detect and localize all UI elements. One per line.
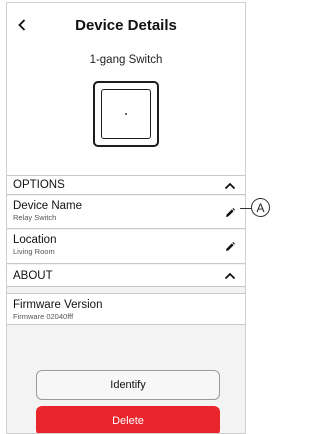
callout-marker: A: [251, 198, 270, 217]
device-type-label: 1-gang Switch: [89, 54, 163, 66]
page-title: Device Details: [75, 17, 177, 34]
options-section-label: OPTIONS: [13, 179, 65, 191]
device-name-title: Device Name: [13, 200, 83, 212]
delete-button[interactable]: Delete: [36, 406, 220, 433]
location-value: Living Room: [13, 247, 55, 256]
about-section-label: ABOUT: [13, 269, 53, 282]
device-details-screen: Device Details 1-gang Switch OPTIONS Dev…: [6, 2, 246, 434]
device-header: Device Details 1-gang Switch: [7, 3, 245, 175]
firmware-version-row: Firmware Version Firmware 02040fff: [7, 293, 245, 325]
device-name-row[interactable]: Device Name Relay Switch: [7, 196, 245, 229]
device-name-value: Relay Switch: [13, 213, 57, 222]
location-row[interactable]: Location Living Room: [7, 230, 245, 264]
options-section-header[interactable]: OPTIONS: [7, 175, 245, 195]
pencil-icon[interactable]: [224, 241, 236, 253]
switch-device-icon: [93, 81, 159, 147]
pencil-icon[interactable]: [224, 207, 236, 219]
chevron-up-icon[interactable]: [224, 180, 236, 192]
switch-rocker: [101, 89, 151, 139]
identify-button[interactable]: Identify: [36, 370, 220, 400]
firmware-version-value: Firmware 02040fff: [13, 312, 74, 321]
about-section-header[interactable]: ABOUT: [7, 265, 245, 287]
firmware-version-title: Firmware Version: [13, 299, 103, 311]
chevron-up-icon[interactable]: [224, 270, 236, 282]
switch-led-indicator: [125, 113, 127, 115]
location-title: Location: [13, 234, 57, 246]
